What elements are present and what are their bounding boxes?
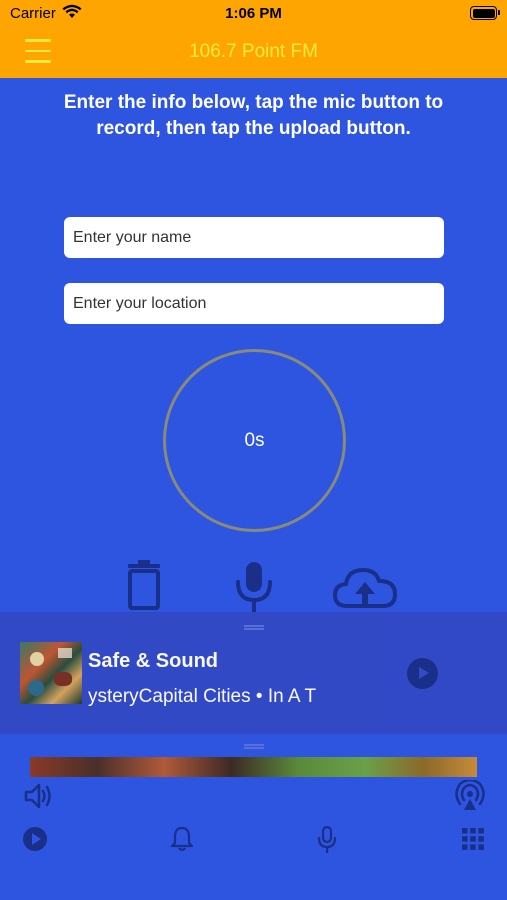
song-title: Safe & Sound — [88, 650, 219, 672]
grid-icon[interactable] — [462, 828, 484, 850]
artist-album: ysteryCapital Cities • In A T — [88, 686, 317, 707]
drag-handle[interactable] — [244, 625, 264, 630]
play-tab-icon[interactable] — [22, 826, 48, 852]
name-input[interactable] — [64, 217, 444, 258]
status-bar: Carrier 1:06 PM — [0, 0, 507, 28]
play-icon[interactable] — [407, 658, 438, 689]
elapsed-time: 0s — [244, 429, 265, 451]
bell-icon[interactable] — [170, 826, 194, 852]
album-art-banner — [30, 757, 477, 777]
station-title: 106.7 Point FM — [189, 41, 318, 62]
cloud-upload-icon[interactable] — [333, 566, 397, 610]
airplay-icon[interactable] — [454, 780, 486, 812]
record-timer: 0s — [163, 349, 346, 532]
location-input[interactable] — [64, 283, 444, 324]
album-art — [20, 642, 82, 704]
microphone-icon[interactable] — [233, 560, 275, 614]
trash-icon[interactable] — [124, 560, 164, 610]
clock: 1:06 PM — [225, 5, 282, 22]
battery-icon — [470, 6, 500, 20]
header: 106.7 Point FM — [0, 28, 507, 78]
instructions-text: Enter the info below, tap the mic button… — [63, 92, 444, 139]
volume-icon[interactable] — [24, 782, 54, 810]
microphone-tab-icon[interactable] — [316, 826, 338, 854]
record-controls — [0, 560, 507, 615]
drag-handle[interactable] — [244, 744, 264, 749]
